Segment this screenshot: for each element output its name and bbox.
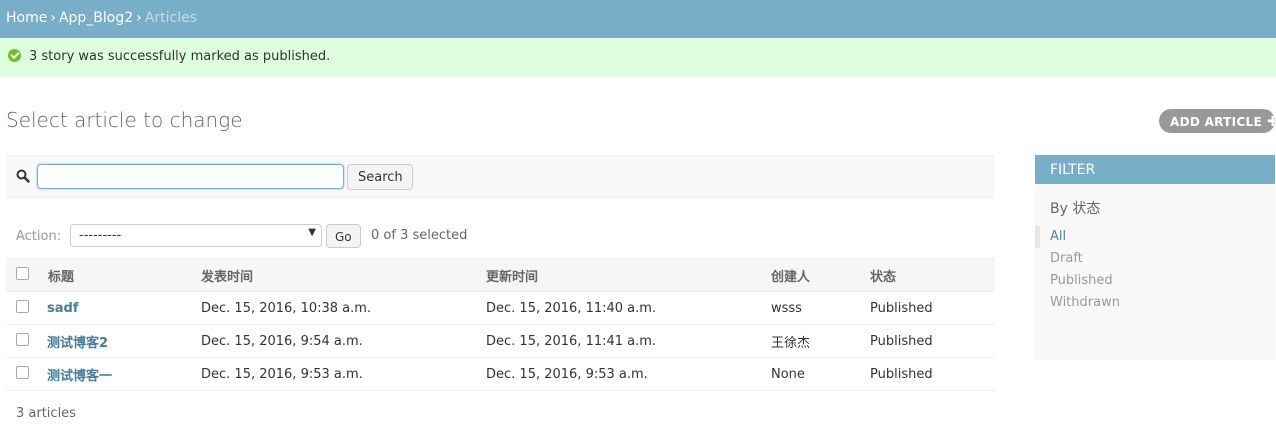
select-all-checkbox[interactable] <box>16 267 29 280</box>
updated-date: Dec. 15, 2016, 11:41 a.m. <box>486 324 771 358</box>
filter-option-published[interactable]: Published <box>1035 270 1275 292</box>
filter-subtitle: By 状态 <box>1050 201 1101 217</box>
action-select-value: --------- <box>79 228 122 243</box>
published-date: Dec. 15, 2016, 10:38 a.m. <box>201 291 486 325</box>
breadcrumb-separator: › <box>50 10 56 26</box>
page-title: Select article to change <box>6 108 243 132</box>
row-checkbox[interactable] <box>16 300 29 313</box>
table-header-row: 标题 发表时间 更新时间 创建人 状态 <box>6 258 995 292</box>
success-message: 3 story was successfully marked as publi… <box>0 38 1276 77</box>
row-checkbox-cell <box>6 291 41 325</box>
filter-panel: FILTER By 状态 All Draft Published Withdra… <box>1035 155 1275 360</box>
published-date: Dec. 15, 2016, 9:53 a.m. <box>201 357 486 391</box>
search-toolbar: Search <box>6 155 995 198</box>
row-checkbox-cell <box>6 357 41 391</box>
status: Published <box>870 291 995 325</box>
author: wsss <box>771 291 870 325</box>
article-title-link[interactable]: 测试博客一 <box>41 357 201 391</box>
add-article-button[interactable]: ADD ARTICLE ✚ <box>1159 109 1276 133</box>
plus-icon: ✚ <box>1266 114 1276 130</box>
select-all-cell <box>6 258 41 292</box>
status: Published <box>870 324 995 358</box>
updated-date: Dec. 15, 2016, 11:40 a.m. <box>486 291 771 325</box>
published-date: Dec. 15, 2016, 9:54 a.m. <box>201 324 486 358</box>
status: Published <box>870 357 995 391</box>
paginator: 3 articles <box>16 406 76 421</box>
search-button[interactable]: Search <box>347 164 413 190</box>
row-checkbox[interactable] <box>16 333 29 346</box>
actions-bar: Action: --------- ▼ Go 0 of 3 selected <box>6 221 995 257</box>
breadcrumb: Home › App_Blog2 › Articles <box>0 0 1276 38</box>
action-label: Action: <box>16 229 62 244</box>
filter-option-all[interactable]: All <box>1035 226 1275 248</box>
action-select[interactable]: --------- ▼ <box>70 224 322 247</box>
table-row: sadf Dec. 15, 2016, 10:38 a.m. Dec. 15, … <box>6 291 995 325</box>
go-button[interactable]: Go <box>326 224 361 248</box>
results-table: 标题 发表时间 更新时间 创建人 状态 sadf Dec. 15, 2016, … <box>6 258 995 391</box>
article-title-link[interactable]: 测试博客2 <box>41 324 201 358</box>
add-article-label: ADD ARTICLE <box>1170 115 1262 129</box>
checkmark-icon <box>8 49 21 62</box>
row-checkbox-cell <box>6 324 41 358</box>
updated-date: Dec. 15, 2016, 9:53 a.m. <box>486 357 771 391</box>
table-row: 测试博客2 Dec. 15, 2016, 9:54 a.m. Dec. 15, … <box>6 324 995 358</box>
filter-header: FILTER <box>1035 155 1275 184</box>
filter-options: All Draft Published Withdrawn <box>1035 226 1275 314</box>
breadcrumb-app-link[interactable]: App_Blog2 <box>59 10 133 26</box>
column-header-updated[interactable]: 更新时间 <box>486 258 771 292</box>
breadcrumb-separator: › <box>136 10 142 26</box>
row-checkbox[interactable] <box>16 366 29 379</box>
selection-counter: 0 of 3 selected <box>371 228 468 243</box>
search-icon <box>16 169 30 183</box>
filter-option-draft[interactable]: Draft <box>1035 248 1275 270</box>
author: None <box>771 357 870 391</box>
author: 王徐杰 <box>771 324 870 358</box>
column-header-title[interactable]: 标题 <box>41 258 201 292</box>
success-message-text: 3 story was successfully marked as publi… <box>29 49 331 64</box>
search-input[interactable] <box>37 164 344 189</box>
filter-option-withdrawn[interactable]: Withdrawn <box>1035 292 1275 314</box>
table-row: 测试博客一 Dec. 15, 2016, 9:53 a.m. Dec. 15, … <box>6 357 995 391</box>
column-header-author[interactable]: 创建人 <box>771 258 870 292</box>
column-header-status[interactable]: 状态 <box>870 258 995 292</box>
article-title-link[interactable]: sadf <box>41 291 201 325</box>
column-header-published[interactable]: 发表时间 <box>201 258 486 292</box>
dropdown-arrow-icon: ▼ <box>308 227 316 238</box>
breadcrumb-home-link[interactable]: Home <box>6 10 47 26</box>
breadcrumb-current: Articles <box>144 10 197 26</box>
